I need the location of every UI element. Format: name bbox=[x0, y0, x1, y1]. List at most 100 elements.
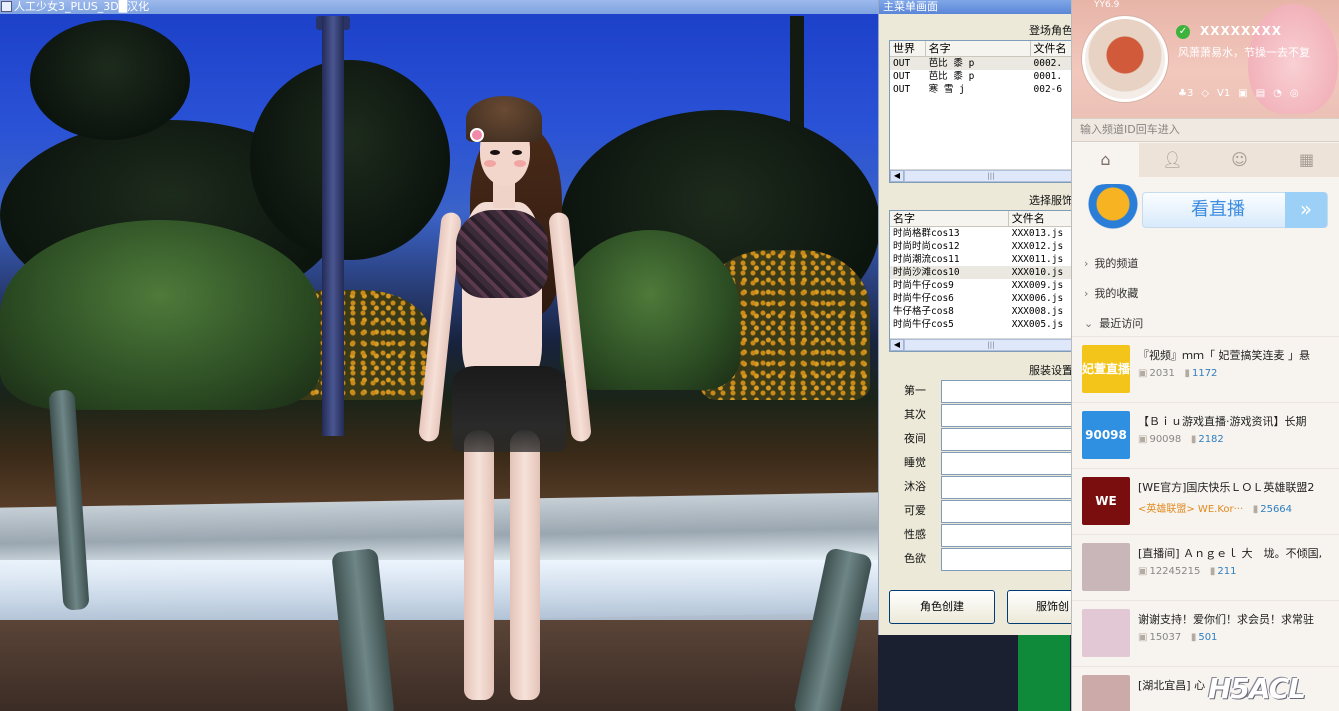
tab-home[interactable]: ⌂ bbox=[1072, 143, 1139, 177]
costume-list[interactable]: 名字 文件名 时尚格群cos13 XXX013.js 时尚时尚cos12 XXX012… bbox=[889, 210, 1072, 352]
costume-cell: 时尚时尚cos12 bbox=[893, 241, 960, 252]
channel-search-input[interactable]: 输入频道ID回车进入 bbox=[1072, 118, 1339, 142]
channel-thumbnail bbox=[1082, 609, 1130, 657]
scroll-left-icon[interactable]: ◀ bbox=[890, 170, 904, 182]
character-row[interactable]: OUT 芭比 黍 p 0002. bbox=[890, 57, 1072, 70]
person-icon: 👤︎ bbox=[1162, 150, 1183, 169]
setting-field[interactable] bbox=[941, 500, 1072, 523]
character-left-leg bbox=[464, 430, 494, 700]
setting-label: 沐浴 bbox=[904, 480, 926, 493]
costume-row[interactable]: 时尚牛仔cos9 XXX009.js bbox=[890, 279, 1072, 292]
character-list[interactable]: 世界 名字 文件名 OUT 芭比 黍 p 0002. OUT 芭比 黍 p 0001. OU… bbox=[889, 40, 1072, 183]
watch-live-button[interactable]: 看直播 » bbox=[1142, 192, 1328, 228]
character-row[interactable]: OUT 芭比 黍 p 0001. bbox=[890, 70, 1072, 83]
costume-cell: 时尚潮流cos11 bbox=[893, 254, 960, 265]
costume-cell: XXX010.js bbox=[1011, 267, 1064, 278]
channel-item[interactable]: 90098 【Ｂｉｕ游戏直播·游戏资讯】长期 ▣ 90098 ▮ 2182 bbox=[1072, 402, 1339, 468]
costume-row[interactable]: 时尚时尚cos12 XXX012.js bbox=[890, 240, 1072, 253]
setting-field[interactable] bbox=[941, 404, 1072, 427]
costume-cell: XXX012.js bbox=[1011, 241, 1064, 252]
column-name[interactable]: 名字 bbox=[926, 41, 1031, 56]
scroll-thumb[interactable]: ||| bbox=[904, 339, 1072, 351]
watch-live-banner[interactable]: 看直播 » bbox=[1082, 184, 1332, 234]
costume-row[interactable]: 时尚潮流cos11 XXX011.js bbox=[890, 253, 1072, 266]
lamp-post bbox=[322, 16, 344, 436]
online-status-icon[interactable]: ✓ bbox=[1176, 25, 1190, 39]
game-viewport[interactable]: 人工少女3_PLUS_3D█汉化 bbox=[0, 0, 878, 711]
costume-row[interactable]: 时尚牛仔cos5 XXX005.js bbox=[890, 318, 1072, 331]
setting-field[interactable] bbox=[941, 452, 1072, 475]
create-costume-button[interactable]: 服饰创 bbox=[1007, 590, 1072, 624]
character-eye bbox=[512, 150, 522, 155]
costume-row[interactable]: 时尚牛仔cos6 XXX006.js bbox=[890, 292, 1072, 305]
vip-icon[interactable]: V1 bbox=[1217, 88, 1230, 99]
costume-row[interactable]: 牛仔格子cos8 XXX008.js bbox=[890, 305, 1072, 318]
channel-title: 【Ｂｉｕ游戏直播·游戏资讯】长期 bbox=[1138, 415, 1307, 428]
watch-live-label: 看直播 bbox=[1191, 199, 1245, 220]
setting-field[interactable] bbox=[941, 476, 1072, 499]
column-world[interactable]: 世界 bbox=[890, 41, 926, 56]
channel-item[interactable]: 谢谢支持！爱你们！求会员！求常驻 ▣ 15037 ▮ 501 bbox=[1072, 600, 1339, 666]
create-character-button[interactable]: 角色创建 bbox=[889, 590, 995, 624]
tab-groups[interactable]: ☺ bbox=[1206, 143, 1273, 177]
column-filename[interactable]: 文件名 bbox=[1009, 211, 1072, 226]
pool-deck bbox=[0, 620, 878, 711]
character-row[interactable]: OUT 寒 雪 j 002-6 bbox=[890, 83, 1072, 96]
costume-cell: XXX008.js bbox=[1011, 306, 1064, 317]
character-cell: OUT bbox=[893, 58, 911, 69]
channel-id-icon: ▣ bbox=[1138, 434, 1148, 445]
costume-setting-row: 性感 bbox=[889, 524, 1072, 547]
nav-recent-visits[interactable]: ⌄ 最近访问 bbox=[1084, 315, 1143, 331]
costume-list-scrollbar[interactable]: ◀ ||| bbox=[890, 338, 1072, 351]
channel-meta: <英雄联盟> WE.Kor··· ▮ 25664 bbox=[1138, 500, 1292, 515]
avatar[interactable] bbox=[1082, 16, 1168, 102]
viewer-count-icon: ▮ bbox=[1252, 504, 1259, 515]
column-filename[interactable]: 文件名 bbox=[1031, 41, 1073, 56]
viewer-count: 1172 bbox=[1191, 368, 1218, 379]
character-list-scrollbar[interactable]: ◀ ||| bbox=[890, 169, 1072, 182]
tab-contacts[interactable]: 👤︎ bbox=[1139, 143, 1206, 177]
dialog-title: 主菜单画面 bbox=[883, 0, 938, 13]
group-icon: ☺ bbox=[1231, 150, 1248, 169]
channel-title: 『视频』ｍｍ「 妃萱搞笑连麦 」悬 bbox=[1138, 349, 1310, 362]
diamond-icon[interactable]: ◇ bbox=[1201, 88, 1209, 99]
channel-item[interactable]: [直播间] Ａｎｇｅｌ 大 垅。不倾国, ▣ 12245215 ▮ 211 bbox=[1072, 534, 1339, 600]
friends-icon[interactable]: ♣3 bbox=[1178, 88, 1193, 99]
setting-field[interactable] bbox=[941, 428, 1072, 451]
channel-item[interactable]: WE [WE官方]国庆快乐ＬＯＬ英雄联盟2 <英雄联盟> WE.Kor··· ▮ 25… bbox=[1072, 468, 1339, 534]
user-signature[interactable]: 风萧萧易水，节操一去不复 bbox=[1178, 44, 1310, 60]
nav-my-favorites[interactable]: › 我的收藏 bbox=[1084, 285, 1138, 301]
chevron-right-icon: › bbox=[1084, 257, 1089, 270]
scroll-left-icon[interactable]: ◀ bbox=[890, 339, 904, 351]
setting-field[interactable] bbox=[941, 380, 1072, 403]
character-blush bbox=[514, 160, 526, 167]
setting-label: 色欲 bbox=[904, 552, 926, 565]
costume-cell: 时尚格群cos13 bbox=[893, 228, 960, 239]
setting-label: 性感 bbox=[904, 528, 926, 541]
character-cell: 芭比 黍 p bbox=[928, 58, 975, 69]
character-cell: 0002. bbox=[1033, 58, 1063, 69]
setting-field[interactable] bbox=[941, 524, 1072, 547]
setting-field[interactable] bbox=[941, 548, 1072, 571]
tab-apps[interactable]: ▦ bbox=[1273, 143, 1339, 177]
costume-row[interactable]: 时尚沙滩cos10 XXX010.js bbox=[890, 266, 1072, 279]
nav-my-channels[interactable]: › 我的频道 bbox=[1084, 255, 1138, 271]
costume-row[interactable]: 时尚格群cos13 XXX013.js bbox=[890, 227, 1072, 240]
column-name[interactable]: 名字 bbox=[890, 211, 1009, 226]
channel-thumbnail bbox=[1082, 543, 1130, 591]
viewer-count: 501 bbox=[1198, 632, 1218, 643]
chat-icon[interactable]: ◎ bbox=[1290, 88, 1299, 99]
scroll-thumb[interactable]: ||| bbox=[904, 170, 1072, 182]
gift-icon[interactable]: ▤ bbox=[1256, 88, 1265, 99]
costume-cell: 牛仔格子cos8 bbox=[893, 306, 954, 317]
channel-meta: ▣ 90098 ▮ 2182 bbox=[1138, 434, 1224, 445]
user-name[interactable]: XXXXXXXX bbox=[1200, 24, 1282, 38]
dialog-titlebar[interactable]: 主菜单画面 bbox=[879, 0, 1072, 14]
game-titlebar[interactable]: 人工少女3_PLUS_3D█汉化 bbox=[0, 0, 878, 14]
character-group: 登场角色 世界 名字 文件名 OUT 芭比 黍 p 0002. OUT 芭比 黍 p 00… bbox=[889, 22, 1072, 183]
channel-item[interactable]: 妃萱直播间『视频』ｍｍ「 妃萱搞笑连麦 」悬 ▣2031 ▮1172 bbox=[1072, 336, 1339, 402]
refresh-icon[interactable]: ◔ bbox=[1273, 88, 1282, 99]
calendar-icon[interactable]: ▣ bbox=[1238, 88, 1247, 99]
character-cell: 0001. bbox=[1033, 71, 1063, 82]
pool-water bbox=[0, 560, 878, 620]
